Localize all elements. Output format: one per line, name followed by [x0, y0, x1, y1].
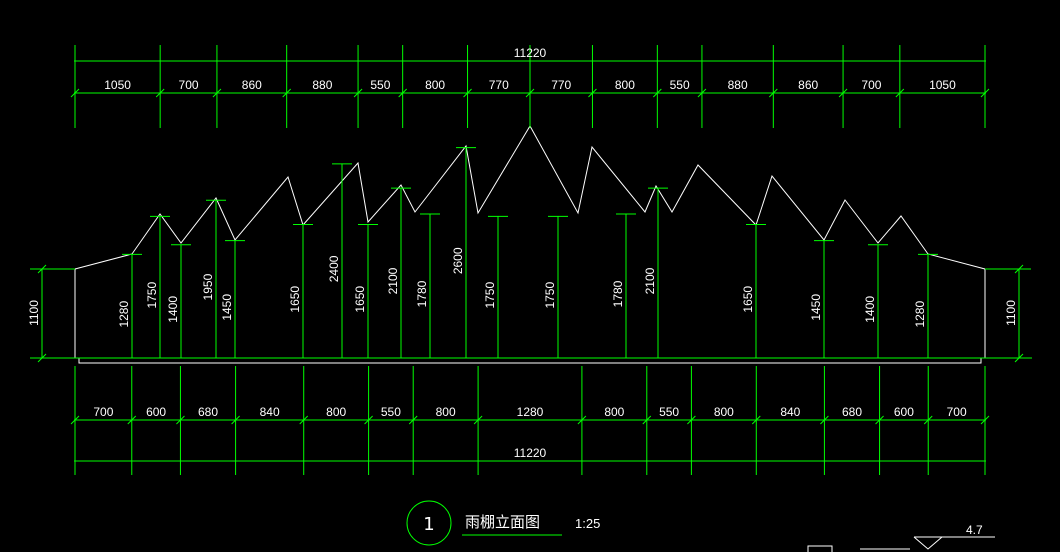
- top-segment-label-1: 700: [179, 78, 199, 92]
- height-label-11: 1750: [483, 282, 497, 309]
- top-segment-label-12: 700: [861, 78, 881, 92]
- height-label-0: 1280: [117, 301, 131, 328]
- height-label-4: 1450: [220, 294, 234, 321]
- height-label-5: 1650: [288, 286, 302, 313]
- bottom-segment-label-8: 800: [604, 405, 624, 419]
- top-segment-label-6: 770: [489, 78, 509, 92]
- top-segment-label-3: 880: [312, 78, 332, 92]
- bottom-segment-label-10: 800: [714, 405, 734, 419]
- bottom-segment-label-0: 700: [93, 405, 113, 419]
- bottom-segment-label-14: 700: [947, 405, 967, 419]
- bottom-total-label: 11220: [514, 446, 547, 460]
- height-label-10: 2600: [451, 247, 465, 274]
- right-side-height-label: 1100: [1004, 300, 1018, 326]
- height-label-13: 1780: [611, 280, 625, 307]
- height-label-2: 1400: [166, 296, 180, 323]
- height-label-16: 1450: [809, 294, 823, 321]
- height-label-17: 1400: [863, 296, 877, 323]
- bottom-segment-label-13: 600: [894, 405, 914, 419]
- top-segment-label-8: 800: [615, 78, 635, 92]
- bottom-segment-label-12: 680: [842, 405, 862, 419]
- bottom-segment-label-6: 800: [436, 405, 456, 419]
- bottom-segment-label-7: 1280: [517, 405, 544, 419]
- left-side-height-label: 1100: [27, 300, 41, 326]
- bottom-segment-label-4: 800: [326, 405, 346, 419]
- top-segment-label-5: 800: [425, 78, 445, 92]
- height-label-14: 2100: [643, 267, 657, 294]
- top-segment-label-4: 550: [370, 78, 390, 92]
- height-label-8: 2100: [386, 267, 400, 294]
- bottom-segment-label-11: 840: [780, 405, 800, 419]
- height-label-1: 1750: [145, 282, 159, 309]
- height-label-7: 1650: [353, 286, 367, 313]
- top-total-label: 11220: [514, 46, 547, 60]
- top-segment-label-13: 1050: [929, 78, 956, 92]
- top-segment-label-10: 880: [728, 78, 748, 92]
- height-label-6: 2400: [327, 255, 341, 282]
- bottom-segment-label-9: 550: [659, 405, 679, 419]
- height-label-9: 1780: [415, 280, 429, 307]
- bottom-segment-label-5: 550: [381, 405, 401, 419]
- height-label-12: 1750: [543, 282, 557, 309]
- height-label-15: 1650: [741, 286, 755, 313]
- title-number: 1: [423, 514, 434, 535]
- top-segment-label-0: 1050: [104, 78, 131, 92]
- height-label-3: 1950: [201, 273, 215, 300]
- bottom-segment-label-3: 840: [260, 405, 280, 419]
- top-segment-label-7: 770: [551, 78, 571, 92]
- bottom-segment-label-1: 600: [146, 405, 166, 419]
- top-segment-label-9: 550: [670, 78, 690, 92]
- height-label-18: 1280: [913, 301, 927, 328]
- drawing-title: 雨棚立面图: [465, 513, 540, 531]
- bottom-segment-label-2: 680: [198, 405, 218, 419]
- canopy-elevation-drawing: 1050 700 860 880 550 800 770 770 800 550 880 860 700…: [0, 0, 1060, 552]
- level-mark-value: 4.7: [966, 523, 983, 537]
- top-segment-label-11: 860: [798, 78, 818, 92]
- drawing-scale: 1:25: [575, 516, 600, 531]
- top-segment-label-2: 860: [242, 78, 262, 92]
